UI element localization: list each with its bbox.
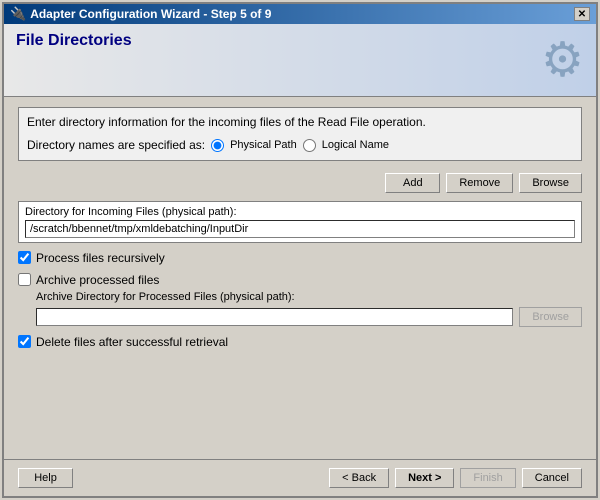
page-title: File Directories — [16, 32, 132, 50]
logical-name-radio[interactable] — [303, 139, 316, 152]
archive-files-checkbox[interactable] — [18, 273, 31, 286]
finish-button[interactable]: Finish — [460, 468, 515, 488]
action-buttons-row: Add Remove Browse — [18, 173, 582, 193]
physical-path-label[interactable]: Physical Path — [230, 138, 297, 153]
add-button[interactable]: Add — [385, 173, 440, 193]
process-recursive-checkbox[interactable] — [18, 251, 31, 264]
header-section: File Directories ⚙ — [4, 24, 596, 97]
process-recursive-row: Process files recursively — [18, 251, 582, 265]
archive-section: Archive processed files Archive Director… — [18, 273, 582, 327]
info-text: Enter directory information for the inco… — [27, 114, 573, 131]
title-bar-text: Adapter Configuration Wizard - Step 5 of… — [30, 7, 271, 21]
footer: Help < Back Next > Finish Cancel — [4, 459, 596, 496]
main-window: 🔌 Adapter Configuration Wizard - Step 5 … — [2, 2, 598, 498]
delete-files-row: Delete files after successful retrieval — [18, 335, 582, 349]
physical-path-radio[interactable] — [211, 139, 224, 152]
title-bar-icon: 🔌 — [10, 6, 26, 22]
delete-files-label[interactable]: Delete files after successful retrieval — [36, 335, 228, 349]
archive-path-row: Browse — [36, 307, 582, 327]
help-button[interactable]: Help — [18, 468, 73, 488]
archive-browse-button[interactable]: Browse — [519, 307, 582, 327]
archive-files-label[interactable]: Archive processed files — [36, 273, 159, 287]
content-area: Enter directory information for the inco… — [4, 97, 596, 459]
remove-button[interactable]: Remove — [446, 173, 513, 193]
process-recursive-label[interactable]: Process files recursively — [36, 251, 165, 265]
cancel-button[interactable]: Cancel — [522, 468, 582, 488]
archive-path-label: Archive Directory for Processed Files (p… — [36, 291, 582, 303]
delete-files-checkbox[interactable] — [18, 335, 31, 348]
logical-name-label[interactable]: Logical Name — [322, 138, 389, 153]
close-button[interactable]: ✕ — [574, 7, 590, 21]
next-button[interactable]: Next > — [395, 468, 454, 488]
browse-button[interactable]: Browse — [519, 173, 582, 193]
incoming-dir-label: Directory for Incoming Files (physical p… — [25, 206, 575, 218]
info-box: Enter directory information for the inco… — [18, 107, 582, 161]
archive-files-row: Archive processed files — [18, 273, 582, 287]
incoming-dir-input[interactable] — [25, 220, 575, 238]
gear-icon: ⚙ — [541, 32, 584, 88]
incoming-dir-group: Directory for Incoming Files (physical p… — [18, 201, 582, 243]
archive-path-input[interactable] — [36, 308, 513, 326]
radio-label: Directory names are specified as: — [27, 137, 205, 154]
title-bar: 🔌 Adapter Configuration Wizard - Step 5 … — [4, 4, 596, 24]
back-button[interactable]: < Back — [329, 468, 389, 488]
